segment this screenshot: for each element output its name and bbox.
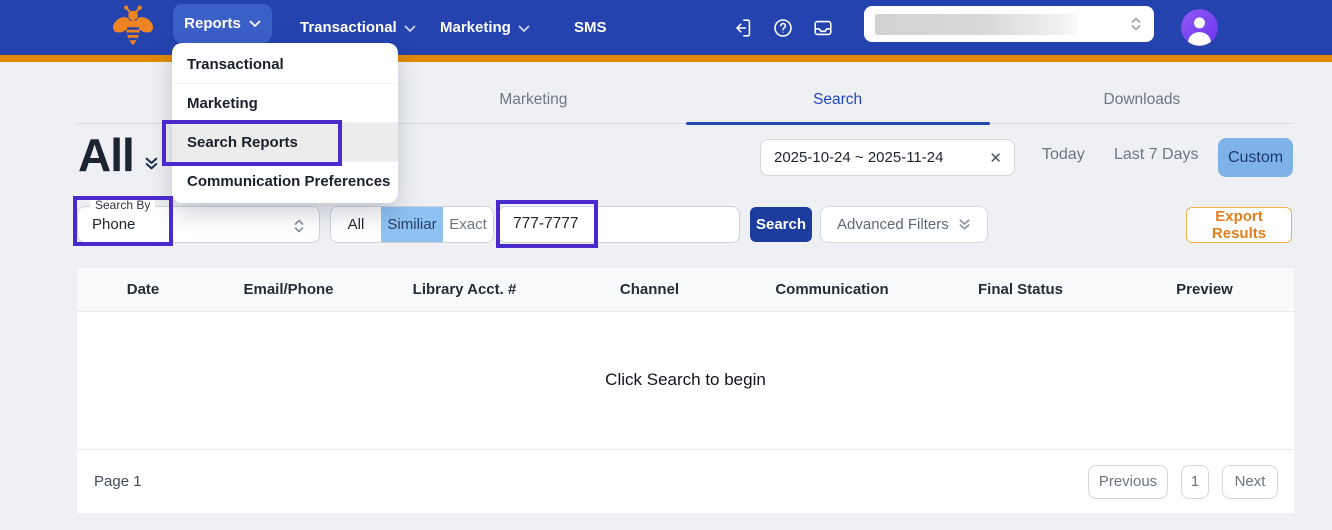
match-similar-option[interactable]: Similiar <box>381 207 443 242</box>
page-number-button[interactable]: 1 <box>1181 465 1209 499</box>
column-header-email-phone: Email/Phone <box>209 281 368 298</box>
search-button[interactable]: Search <box>750 207 812 242</box>
clear-date-icon[interactable]: ✕ <box>989 149 1002 167</box>
date-range-field[interactable]: ✕ <box>760 139 1015 176</box>
nav-item-label: SMS <box>574 19 607 36</box>
help-icon[interactable] <box>771 16 795 40</box>
user-avatar[interactable] <box>1181 9 1218 46</box>
tab-label: Downloads <box>1104 91 1181 109</box>
page: Reports Transactional Marketing SMS <box>0 0 1332 530</box>
table-header-row: Date Email/Phone Library Acct. # Channel… <box>77 268 1294 312</box>
reports-dropdown-menu: Transactional Marketing Search Reports C… <box>172 43 398 203</box>
tab-label: Search <box>813 91 862 109</box>
match-exact-option[interactable]: Exact <box>443 207 493 242</box>
nav-item-sms[interactable]: SMS <box>574 0 607 55</box>
pagination-bar: Page 1 Previous 1 Next <box>77 449 1294 513</box>
column-header-date: Date <box>77 281 209 298</box>
select-spinner-icon <box>1130 15 1142 33</box>
tab-label: Marketing <box>499 91 567 109</box>
page-indicator: Page 1 <box>94 473 142 490</box>
match-all-option[interactable]: All <box>331 207 381 242</box>
search-query-input[interactable] <box>513 215 723 233</box>
select-spinner-icon <box>293 217 305 235</box>
nav-item-label: Reports <box>184 15 241 32</box>
chevron-down-icon <box>404 25 416 33</box>
search-by-value: Phone <box>92 216 135 233</box>
preset-last7days[interactable]: Last 7 Days <box>1114 146 1198 164</box>
account-select-value-redacted <box>875 14 1077 35</box>
column-header-preview: Preview <box>1115 281 1294 298</box>
advanced-filters-button[interactable]: Advanced Filters <box>820 206 988 243</box>
search-query-field[interactable] <box>498 206 740 243</box>
search-by-select[interactable]: Search By Phone <box>77 206 320 243</box>
menu-item-search-reports[interactable]: Search Reports <box>172 123 398 162</box>
chevron-down-icon <box>249 20 261 28</box>
match-mode-segmented-control: All Similiar Exact <box>330 206 494 243</box>
column-header-communication: Communication <box>738 281 926 298</box>
logout-icon[interactable] <box>731 16 755 40</box>
tab-downloads[interactable]: Downloads <box>990 76 1294 123</box>
preset-custom-button[interactable]: Custom <box>1218 138 1293 177</box>
column-header-library-acct: Library Acct. # <box>368 281 561 298</box>
nav-item-marketing[interactable]: Marketing <box>440 0 530 55</box>
column-header-final-status: Final Status <box>926 281 1115 298</box>
chevron-down-icon <box>518 25 530 33</box>
date-range-input[interactable] <box>774 149 974 166</box>
scope-dropdown[interactable]: All <box>78 128 159 182</box>
next-page-button[interactable]: Next <box>1222 465 1278 499</box>
tab-search[interactable]: Search <box>686 76 990 123</box>
empty-state-message: Click Search to begin <box>77 370 1294 390</box>
bee-logo-icon <box>110 5 156 51</box>
preset-today[interactable]: Today <box>1042 146 1085 164</box>
column-header-channel: Channel <box>561 281 738 298</box>
results-table: Date Email/Phone Library Acct. # Channel… <box>77 268 1294 513</box>
previous-page-button[interactable]: Previous <box>1088 465 1168 499</box>
nav-item-label: Marketing <box>440 19 511 36</box>
advanced-filters-label: Advanced Filters <box>837 216 949 233</box>
menu-item-communication-preferences[interactable]: Communication Preferences <box>172 162 398 201</box>
search-by-floating-label: Search By <box>90 198 155 212</box>
export-results-button[interactable]: Export Results <box>1186 207 1292 243</box>
menu-item-transactional[interactable]: Transactional <box>172 45 398 84</box>
nav-item-reports[interactable]: Reports <box>173 4 272 43</box>
page-title: All <box>78 128 134 182</box>
inbox-icon[interactable] <box>811 16 835 40</box>
nav-item-label: Transactional <box>300 19 397 36</box>
account-select[interactable] <box>864 6 1154 42</box>
menu-item-marketing[interactable]: Marketing <box>172 84 398 123</box>
tab-marketing[interactable]: Marketing <box>381 76 685 123</box>
double-chevron-down-icon <box>144 156 159 171</box>
double-chevron-down-icon <box>958 218 971 231</box>
